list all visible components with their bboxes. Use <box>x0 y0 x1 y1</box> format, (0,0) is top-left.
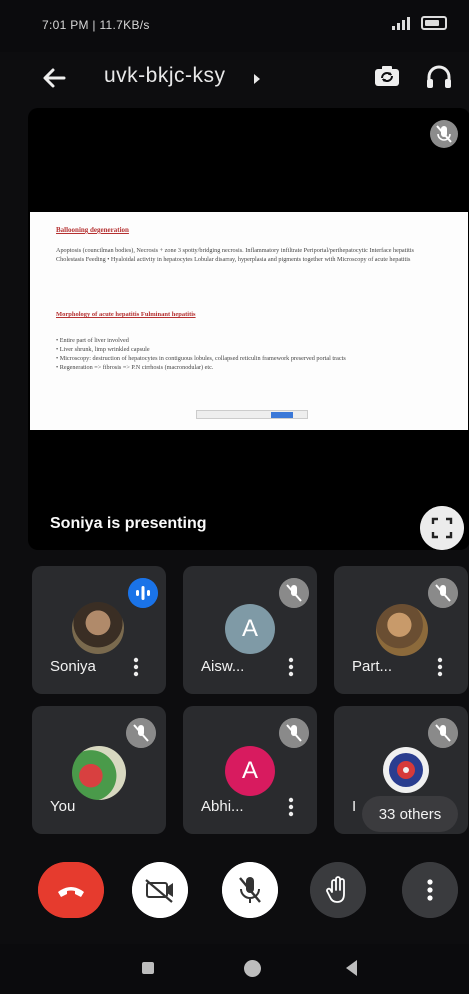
participant-tile[interactable]: Part... <box>334 566 468 694</box>
participant-tile[interactable]: A Abhi... <box>183 706 317 834</box>
home-icon[interactable] <box>244 960 261 977</box>
slide-bullet: • Entire part of liver involved <box>56 337 129 344</box>
slide-bullet: • Regeneration => fibrosis => P.N cirrho… <box>56 364 214 371</box>
participant-tile[interactable]: Soniya <box>32 566 166 694</box>
avatar <box>376 604 428 656</box>
app-bar: uvk-bkjc-ksy <box>0 52 469 106</box>
slide-heading: Ballooning degeneration <box>56 226 129 234</box>
participant-name: Soniya <box>50 658 96 675</box>
participant-tile[interactable]: A Aisw... <box>183 566 317 694</box>
participant-name: I <box>352 798 357 815</box>
participant-name: Part... <box>352 658 393 675</box>
system-nav-bar <box>0 944 469 994</box>
participant-name: You <box>50 798 76 815</box>
meeting-code[interactable]: uvk-bkjc-ksy <box>104 64 226 88</box>
switch-camera-icon[interactable] <box>370 60 404 94</box>
status-time: 7:01 PM | 11.7KB/s <box>42 18 150 32</box>
more-vert-icon[interactable] <box>436 656 444 678</box>
avatar <box>72 746 126 800</box>
recents-icon[interactable] <box>142 962 154 974</box>
avatar <box>72 602 124 654</box>
more-vert-icon[interactable] <box>132 656 140 678</box>
mic-off-icon <box>279 718 309 748</box>
slide-bullet: • Liver shrunk, limp wrinkled capsule <box>56 346 150 353</box>
presentation-tile[interactable]: Ballooning degeneration Apoptosis (counc… <box>28 108 469 550</box>
more-vert-icon[interactable] <box>287 796 295 818</box>
back-arrow-icon[interactable] <box>38 62 70 94</box>
headphones-icon[interactable] <box>422 60 456 94</box>
mic-off-icon <box>428 718 458 748</box>
camera-off-button[interactable] <box>132 862 188 918</box>
slide-subheading: Morphology of acute hepatitis Fulminant … <box>56 311 196 318</box>
fullscreen-icon[interactable] <box>420 506 464 550</box>
status-icons <box>391 16 447 30</box>
shared-slide: Ballooning degeneration Apoptosis (counc… <box>30 212 468 430</box>
mic-off-icon <box>430 120 458 148</box>
participant-name: Abhi... <box>201 798 244 815</box>
more-options-button[interactable] <box>402 862 458 918</box>
others-count-chip[interactable]: 33 others <box>362 796 458 832</box>
avatar-letter: A <box>241 615 258 642</box>
nav-back-icon[interactable] <box>346 960 357 976</box>
slide-paragraph: Apoptosis (councilman bodies), Necrosis … <box>56 247 414 263</box>
org-logo-icon <box>383 747 429 793</box>
mic-off-icon <box>428 578 458 608</box>
avatar: A <box>225 746 275 796</box>
slide-toolbar <box>196 410 308 419</box>
signal-icon <box>392 17 410 30</box>
avatar-letter: A <box>241 757 258 784</box>
participant-name: Aisw... <box>201 658 245 675</box>
mic-off-icon <box>279 578 309 608</box>
slide-bullets: • Entire part of liver involved • Liver … <box>56 336 416 372</box>
participant-tile[interactable]: You <box>32 706 166 834</box>
slide-bullet: • Microscopy: destruction of hepatocytes… <box>56 355 346 362</box>
more-vert-icon[interactable] <box>287 656 295 678</box>
raise-hand-button[interactable] <box>310 862 366 918</box>
avatar: A <box>225 604 275 654</box>
mic-off-icon <box>126 718 156 748</box>
mic-off-button[interactable] <box>222 862 278 918</box>
battery-icon <box>421 16 447 30</box>
slide-toolbar-button <box>271 412 293 418</box>
meeting-info-caret-icon[interactable] <box>254 74 260 84</box>
end-call-button[interactable] <box>38 862 104 918</box>
audio-level-icon <box>128 578 158 608</box>
presenter-label: Soniya is presenting <box>50 515 207 532</box>
status-bar: 7:01 PM | 11.7KB/s <box>0 0 469 52</box>
